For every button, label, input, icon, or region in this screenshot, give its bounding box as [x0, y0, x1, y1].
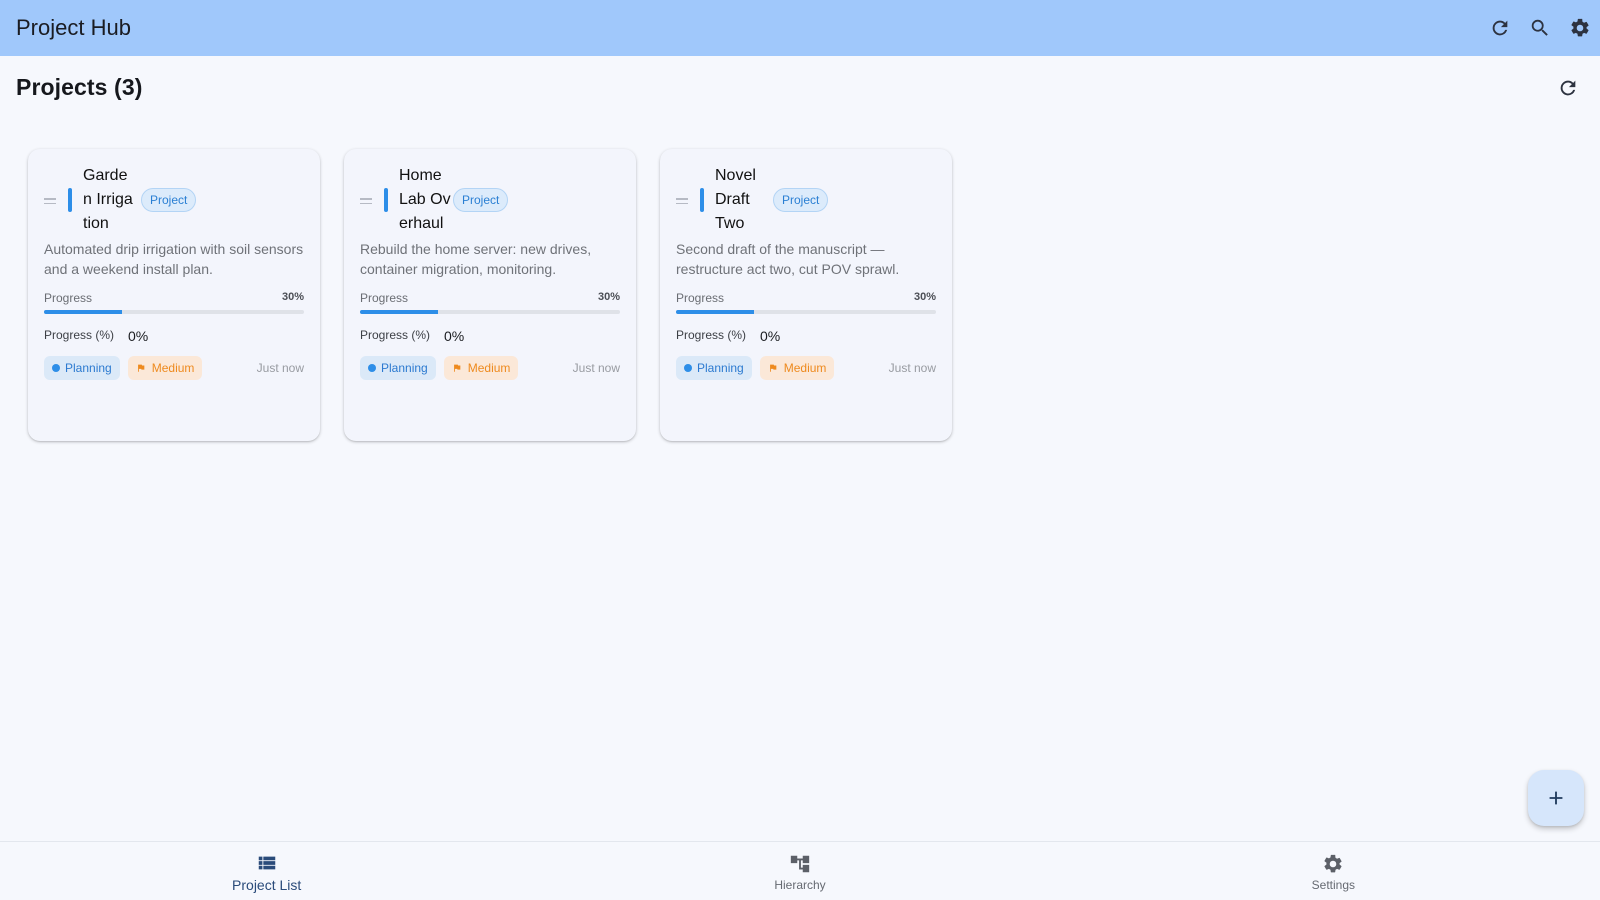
search-icon [1531, 19, 1548, 36]
progress-field-row: Progress (%) 0% [360, 326, 620, 344]
plus-icon [1549, 791, 1563, 805]
project-description: Automated drip irrigation with soil sens… [44, 241, 304, 277]
progress-bar-fill [360, 310, 438, 314]
progress-percent: 30% [597, 291, 620, 303]
page-title: Projects (3) [16, 74, 143, 100]
project-card[interactable]: Garden Irrigation Project Automated drip… [28, 149, 320, 441]
flag-icon [453, 364, 461, 372]
list-icon [258, 856, 275, 869]
project-name: Novel Draft Two [715, 167, 756, 232]
progress-bar [44, 310, 304, 314]
progress-percent: 30% [281, 291, 304, 303]
refresh-icon [1492, 20, 1508, 36]
field-value: 0% [128, 328, 149, 344]
refresh-icon [1560, 80, 1576, 95]
project-name: Garden Irrigation [83, 167, 133, 232]
nav-label: Project List [232, 876, 302, 893]
progress-label: Progress [360, 291, 409, 305]
page-header: Projects (3) [16, 74, 1584, 101]
field-label: Progress (%) [360, 328, 431, 342]
project-card[interactable]: Home Lab Overhaul Project Rebuild the ho… [344, 149, 636, 441]
type-chip: Project [141, 188, 197, 212]
status-label: Planning [381, 361, 428, 375]
meta-row: Planning Medium Just now [360, 356, 620, 380]
meta-row: Planning Medium Just now [44, 356, 304, 380]
project-name: Home Lab Overhaul [399, 167, 451, 232]
progress-bar [676, 310, 936, 314]
status-label: Planning [697, 361, 744, 375]
project-description: Second draft of the manuscript — restruc… [676, 241, 900, 277]
priority-label: Medium [467, 361, 511, 375]
priority-badge: Medium [127, 356, 203, 380]
status-badge: Planning [360, 356, 436, 380]
field-value: 0% [760, 328, 781, 344]
refresh-button[interactable] [1488, 16, 1512, 40]
gear-icon [1571, 18, 1589, 37]
updated-timestamp: Just now [572, 361, 620, 375]
updated-timestamp: Just now [256, 361, 304, 375]
progress-row: Progress 30% [44, 291, 304, 305]
add-project-button[interactable] [1528, 770, 1584, 826]
color-indicator [700, 188, 704, 212]
drag-handle-icon[interactable] [360, 198, 372, 204]
priority-badge: Medium [759, 356, 835, 380]
progress-label: Progress [676, 291, 725, 305]
field-value: 0% [444, 328, 465, 344]
color-indicator [384, 188, 388, 212]
type-chip: Project [773, 188, 829, 212]
refresh-list-button[interactable] [1556, 76, 1580, 100]
nav-label: Settings [1311, 877, 1355, 892]
card-header: Novel Draft Two Project [676, 165, 936, 235]
progress-bar-fill [44, 310, 122, 314]
progress-bar-fill [676, 310, 754, 314]
field-label: Progress (%) [44, 328, 115, 342]
nav-label: Hierarchy [774, 877, 826, 892]
field-label: Progress (%) [676, 328, 747, 342]
priority-badge: Medium [443, 356, 519, 380]
nav-item-hierarchy[interactable]: Hierarchy [533, 842, 1066, 900]
priority-label: Medium [783, 361, 827, 375]
progress-row: Progress 30% [676, 291, 936, 305]
status-badge: Planning [44, 356, 120, 380]
nav-item-settings[interactable]: Settings [1067, 842, 1600, 900]
app-bar-actions [1488, 16, 1592, 40]
app-title: Project Hub [16, 15, 131, 40]
updated-timestamp: Just now [888, 361, 936, 375]
search-button[interactable] [1528, 16, 1552, 40]
progress-field-row: Progress (%) 0% [676, 326, 936, 344]
progress-percent: 30% [913, 291, 936, 303]
nav-item-project-list[interactable]: Project List [0, 842, 533, 900]
bottom-navigation: Project List Hierarchy Settings [0, 841, 1600, 900]
color-indicator [68, 188, 72, 212]
project-card[interactable]: Novel Draft Two Project Second draft of … [660, 149, 952, 441]
status-dot-icon [684, 364, 692, 372]
type-chip: Project [453, 188, 509, 212]
drag-handle-icon[interactable] [676, 198, 688, 204]
status-dot-icon [52, 364, 60, 372]
status-dot-icon [368, 364, 376, 372]
progress-label: Progress [44, 291, 93, 305]
flag-icon [769, 364, 777, 372]
app-bar: Project Hub [0, 0, 1600, 56]
meta-row: Planning Medium Just now [676, 356, 936, 380]
hierarchy-icon [790, 855, 810, 872]
progress-bar [360, 310, 620, 314]
gear-icon [1324, 854, 1342, 872]
status-badge: Planning [676, 356, 752, 380]
project-description: Rebuild the home server: new drives, con… [360, 241, 592, 277]
progress-row: Progress 30% [360, 291, 620, 305]
settings-button[interactable] [1568, 16, 1592, 40]
card-header: Garden Irrigation Project [44, 165, 304, 235]
priority-label: Medium [151, 361, 195, 375]
card-header: Home Lab Overhaul Project [360, 165, 620, 235]
drag-handle-icon[interactable] [44, 198, 56, 204]
status-label: Planning [65, 361, 112, 375]
progress-field-row: Progress (%) 0% [44, 326, 304, 344]
flag-icon [137, 364, 145, 372]
